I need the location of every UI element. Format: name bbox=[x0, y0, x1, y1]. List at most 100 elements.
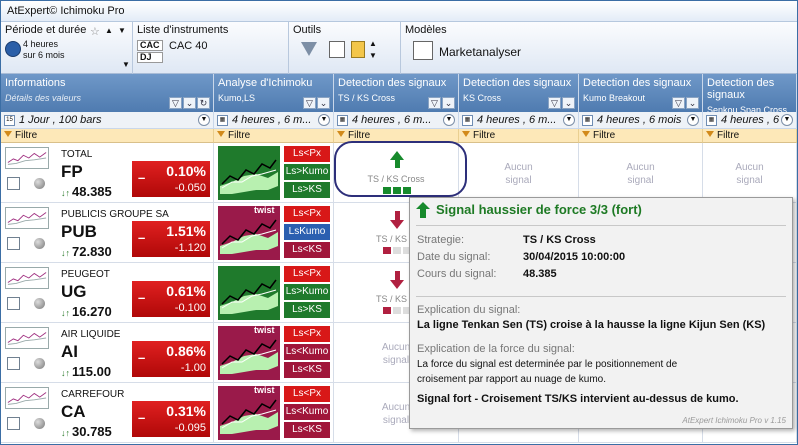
star-icon[interactable]: ☆ bbox=[90, 25, 100, 38]
status-dot-icon[interactable] bbox=[34, 298, 45, 309]
ichimoku-tag[interactable]: LsKumo bbox=[284, 224, 330, 240]
chevron-down-icon[interactable]: ▼ bbox=[443, 114, 455, 126]
status-dot-icon[interactable] bbox=[34, 358, 45, 369]
instrument-ticker: CA bbox=[61, 402, 86, 421]
ichimoku-mini-chart[interactable] bbox=[218, 266, 280, 320]
ichimoku-cell: Ls<Px Ls>Kumo Ls>KS bbox=[214, 143, 334, 203]
funnel-icon[interactable]: ▽ bbox=[672, 97, 685, 109]
ichimoku-tag[interactable]: Ls<Kumo bbox=[284, 344, 330, 360]
signal-cell[interactable]: Aucun signal bbox=[703, 143, 797, 203]
chevron-down-icon[interactable]: ▼ bbox=[318, 114, 330, 126]
filter-ichimoku[interactable]: Filtre bbox=[214, 129, 334, 143]
move-up-icon[interactable]: ▲ bbox=[369, 39, 377, 48]
chevron-down-icon[interactable]: ⌄ bbox=[183, 97, 196, 109]
chevron-down-icon[interactable]: ▼ bbox=[198, 114, 210, 126]
chevron-down-icon[interactable]: ▼ bbox=[781, 114, 793, 126]
ichimoku-tag[interactable]: Ls<KS bbox=[284, 242, 330, 258]
status-dot-icon[interactable] bbox=[34, 178, 45, 189]
no-signal-label: Aucun signal bbox=[504, 162, 533, 186]
sparkline-icon bbox=[5, 327, 49, 349]
ichimoku-tag[interactable]: Ls>Kumo bbox=[284, 164, 330, 180]
strength-bar bbox=[383, 307, 391, 314]
ichimoku-tag[interactable]: Ls>KS bbox=[284, 182, 330, 198]
chevron-down-icon[interactable]: ▼ bbox=[687, 114, 699, 126]
row-checkbox[interactable] bbox=[7, 357, 20, 370]
row-checkbox[interactable] bbox=[7, 237, 20, 250]
twist-label: twist bbox=[254, 325, 275, 335]
chevron-down-icon[interactable]: ⌄ bbox=[562, 97, 575, 109]
model-icon[interactable] bbox=[413, 41, 433, 60]
chevron-down-icon[interactable]: ⌄ bbox=[442, 97, 455, 109]
period-selector-informations[interactable]: 15 1 Jour , 100 bars ▼ bbox=[1, 112, 214, 129]
ichimoku-tag[interactable]: Ls<Px bbox=[284, 206, 330, 222]
column-header-informations[interactable]: Informations Détails des valeurs ▽ ⌄ ↻ bbox=[1, 74, 214, 112]
period-selector-ts-ks[interactable]: ▦ 4 heures , 6 m... ▼ bbox=[334, 112, 459, 129]
status-dot-icon[interactable] bbox=[34, 418, 45, 429]
chevron-down-icon[interactable]: ⌄ bbox=[686, 97, 699, 109]
up-arrow-icon[interactable]: ▲ bbox=[105, 26, 113, 35]
ichimoku-tag[interactable]: Ls<Px bbox=[284, 146, 330, 162]
date-row: Date du signal: 30/04/2015 10:00:00 bbox=[417, 251, 625, 263]
column-header-ichimoku[interactable]: Analyse d'Ichimoku Kumo,LS ▽ ⌄ bbox=[214, 74, 334, 112]
change-percent: 0.10% bbox=[166, 163, 206, 179]
ichimoku-cell: twist Ls<Px Ls<Kumo Ls<KS bbox=[214, 323, 334, 383]
move-down-icon[interactable]: ▼ bbox=[369, 51, 377, 60]
ichimoku-tag[interactable]: Ls<Px bbox=[284, 386, 330, 402]
ichimoku-tag[interactable]: Ls<KS bbox=[284, 422, 330, 438]
info-cell: PEUGEOT UG ↓↑ 16.270 – 0.61% -0.100 bbox=[1, 263, 214, 323]
row-checkbox[interactable] bbox=[7, 417, 20, 430]
ichimoku-tag[interactable]: Ls<Px bbox=[284, 266, 330, 282]
funnel-icon bbox=[4, 131, 12, 137]
period-selector-ks[interactable]: ▦ 4 heures , 6 m... ▼ bbox=[459, 112, 579, 129]
funnel-icon[interactable]: ▽ bbox=[428, 97, 441, 109]
ichimoku-tag[interactable]: Ls>Kumo bbox=[284, 284, 330, 300]
funnel-icon[interactable]: ▽ bbox=[303, 97, 316, 109]
instrument-ticker: PUB bbox=[61, 222, 97, 241]
dropdown-icon[interactable]: ▼ bbox=[122, 60, 130, 69]
period-sub[interactable]: sur 6 mois bbox=[23, 50, 65, 60]
add-column-icon[interactable] bbox=[351, 41, 365, 58]
list-icon[interactable] bbox=[329, 41, 345, 58]
signal-cell[interactable]: Aucun signal bbox=[459, 143, 579, 203]
filter-icon[interactable] bbox=[301, 42, 317, 56]
instruments-group: Liste d'instruments CAC DJ CAC 40 ▼ bbox=[122, 22, 289, 74]
column-header-ts-ks[interactable]: Detection des signaux TS / KS Cross ▽ ⌄ bbox=[334, 74, 459, 112]
ichimoku-tag[interactable]: Ls<KS bbox=[284, 362, 330, 378]
refresh-icon[interactable]: ↻ bbox=[197, 97, 210, 109]
ichimoku-tag[interactable]: Ls<Kumo bbox=[284, 404, 330, 420]
row-checkbox[interactable] bbox=[7, 297, 20, 310]
arrow-down-icon bbox=[390, 220, 404, 229]
filter-informations[interactable]: Filtre bbox=[1, 129, 214, 143]
chevron-down-icon[interactable]: ⌄ bbox=[317, 97, 330, 109]
change-dash: – bbox=[138, 290, 146, 305]
ichimoku-mini-chart[interactable] bbox=[218, 146, 280, 200]
filter-senkou[interactable]: Filtre bbox=[703, 129, 797, 143]
column-title: Analyse d'Ichimoku bbox=[218, 77, 313, 89]
model-name[interactable]: Marketanalyser bbox=[439, 45, 521, 59]
instrument-item-cac[interactable]: CAC bbox=[137, 40, 163, 51]
funnel-icon[interactable]: ▽ bbox=[548, 97, 561, 109]
selected-instrument[interactable]: CAC 40 bbox=[169, 40, 208, 52]
down-arrow-icon[interactable]: ▼ bbox=[118, 26, 126, 35]
signal-cell[interactable]: Aucun signal bbox=[579, 143, 703, 203]
filter-kumo[interactable]: Filtre bbox=[579, 129, 703, 143]
ichimoku-tag[interactable]: Ls>KS bbox=[284, 302, 330, 318]
period-selector-kumo[interactable]: ▦ 4 heures , 6 mois ▼ bbox=[579, 112, 703, 129]
period-selector-ichimoku[interactable]: ▦ 4 heures , 6 m... ▼ bbox=[214, 112, 334, 129]
strength-bar bbox=[383, 247, 391, 254]
column-header-kumo[interactable]: Detection des signaux Kumo Breakout ▽ ⌄ bbox=[579, 74, 703, 112]
change-absolute: -1.00 bbox=[180, 362, 206, 374]
instrument-ticker: FP bbox=[61, 162, 83, 181]
filter-ks[interactable]: Filtre bbox=[459, 129, 579, 143]
column-header-ks[interactable]: Detection des signaux KS Cross ▽ ⌄ bbox=[459, 74, 579, 112]
row-checkbox[interactable] bbox=[7, 177, 20, 190]
funnel-icon[interactable]: ▽ bbox=[169, 97, 182, 109]
chevron-down-icon[interactable]: ▼ bbox=[563, 114, 575, 126]
ichimoku-tag[interactable]: Ls<Px bbox=[284, 326, 330, 342]
period-selector-senkou[interactable]: ▦ 4 heures , 6 m ▼ bbox=[703, 112, 797, 129]
column-header-senkou[interactable]: Detection des signaux Senkou Span Cross bbox=[703, 74, 797, 115]
clock-icon[interactable] bbox=[5, 41, 21, 57]
instrument-item-dj[interactable]: DJ bbox=[137, 52, 163, 63]
status-dot-icon[interactable] bbox=[34, 238, 45, 249]
period-value[interactable]: 4 heures bbox=[23, 39, 58, 49]
